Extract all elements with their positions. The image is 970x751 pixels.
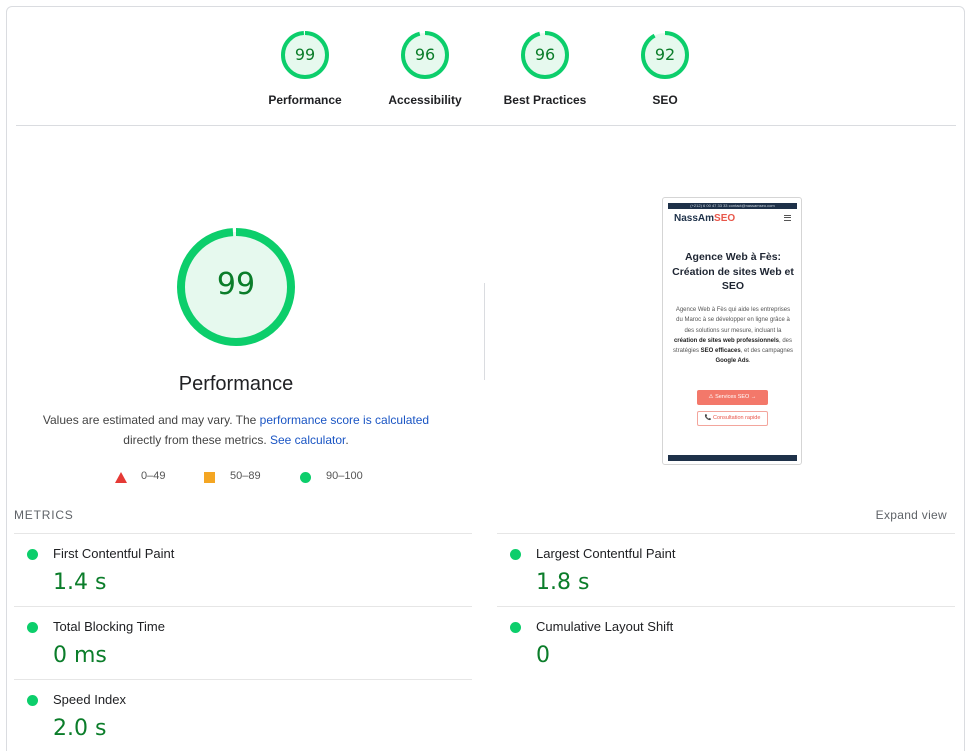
gauge-seo[interactable]: 92 SEO xyxy=(610,30,720,107)
metric-name: First Contentful Paint xyxy=(53,546,175,561)
metric-value: 1.4 s xyxy=(53,570,107,595)
legend-fail-range: 0–49 xyxy=(141,470,166,482)
average-square-icon xyxy=(204,472,215,483)
gauge-score: 92 xyxy=(654,45,676,64)
pass-circle-icon xyxy=(510,549,521,560)
gauge-score: 99 xyxy=(294,45,316,64)
vertical-divider xyxy=(484,283,485,380)
gauge-score: 96 xyxy=(414,45,436,64)
body-bold-1: création de sites web professionnels xyxy=(673,337,780,344)
see-calculator-link[interactable]: See calculator xyxy=(270,433,345,447)
pass-circle-icon xyxy=(510,622,521,633)
fail-triangle-icon xyxy=(115,472,127,483)
gauge-ring: 99 xyxy=(280,30,330,80)
pass-circle-icon xyxy=(27,695,38,706)
site-body-text: Agence Web à Fès qui aide les entreprise… xyxy=(672,305,794,367)
gauge-accessibility[interactable]: 96 Accessibility xyxy=(370,30,480,107)
site-logo: NassAmSEO xyxy=(674,213,735,224)
metric-value: 1.8 s xyxy=(536,570,590,595)
site-headline: Agence Web à Fès: Création de sites Web … xyxy=(672,251,794,292)
body-bold-3: Google Ads xyxy=(715,358,749,365)
gauge-ring: 96 xyxy=(520,30,570,80)
pass-circle-icon xyxy=(300,472,311,483)
performance-gauge-large: 99 xyxy=(176,227,296,347)
desc-middle: directly from these metrics. xyxy=(123,433,270,447)
screenshot-bottombar xyxy=(668,455,797,461)
services-seo-button: ⚠ Services SEO → xyxy=(697,390,768,405)
body-text-3: , et des campagnes xyxy=(740,348,794,355)
score-calculated-link[interactable]: performance score is calculated xyxy=(260,413,429,427)
metric-name: Speed Index xyxy=(53,692,127,707)
gauge-label: SEO xyxy=(652,93,678,107)
metric-name: Total Blocking Time xyxy=(53,619,165,634)
legend-average-range: 50–89 xyxy=(230,470,261,482)
desc-prefix: Values are estimated and may vary. The xyxy=(42,413,260,427)
desc-suffix: . xyxy=(345,433,349,447)
gauge-performance[interactable]: 99 Performance xyxy=(250,30,360,107)
metric-name: Cumulative Layout Shift xyxy=(536,619,674,634)
gauge-ring: 92 xyxy=(640,30,690,80)
body-text-4: . xyxy=(748,358,751,365)
metric-largest-contentful-paint: Largest Contentful Paint 1.8 s xyxy=(497,533,955,606)
metric-cumulative-layout-shift: Cumulative Layout Shift 0 xyxy=(497,606,955,679)
pass-circle-icon xyxy=(27,549,38,560)
metrics-heading: METRICS xyxy=(14,508,74,522)
metric-speed-index: Speed Index 2.0 s xyxy=(14,679,472,751)
metric-value: 0 ms xyxy=(53,643,107,668)
header-divider xyxy=(16,125,956,126)
expand-view-toggle[interactable]: Expand view xyxy=(876,508,947,522)
metric-total-blocking-time: Total Blocking Time 0 ms xyxy=(14,606,472,679)
gauge-label: Performance xyxy=(268,93,342,107)
metric-name: Largest Contentful Paint xyxy=(536,546,676,561)
metric-value: 2.0 s xyxy=(53,716,107,741)
consultation-button: 📞 Consultation rapide xyxy=(697,411,768,426)
logo-main: NassAm xyxy=(674,213,715,224)
performance-score: 99 xyxy=(216,267,256,302)
category-gauges: 99 Performance 96 Accessibility 96 Best … xyxy=(0,30,970,110)
gauge-ring: 96 xyxy=(400,30,450,80)
gauge-label: Accessibility xyxy=(388,93,462,107)
gauge-best-practices[interactable]: 96 Best Practices xyxy=(490,30,600,107)
logo-accent: SEO xyxy=(714,213,736,224)
metric-first-contentful-paint: First Contentful Paint 1.4 s xyxy=(14,533,472,606)
body-bold-2: SEO efficaces xyxy=(700,348,741,355)
screenshot-topbar: (+212) 6 00 47 33 33 contact@nassamseo.c… xyxy=(668,203,797,209)
gauge-score: 96 xyxy=(534,45,556,64)
hamburger-menu-icon xyxy=(784,215,791,221)
pass-circle-icon xyxy=(27,622,38,633)
final-screenshot[interactable]: (+212) 6 00 47 33 33 contact@nassamseo.c… xyxy=(662,197,802,465)
legend-pass-range: 90–100 xyxy=(326,470,363,482)
performance-title: Performance xyxy=(178,373,294,395)
body-text-1: Agence Web à Fès qui aide les entreprise… xyxy=(675,307,791,334)
gauge-label: Best Practices xyxy=(503,93,587,107)
metric-value: 0 xyxy=(536,643,550,668)
performance-description: Values are estimated and may vary. The p… xyxy=(36,410,436,450)
